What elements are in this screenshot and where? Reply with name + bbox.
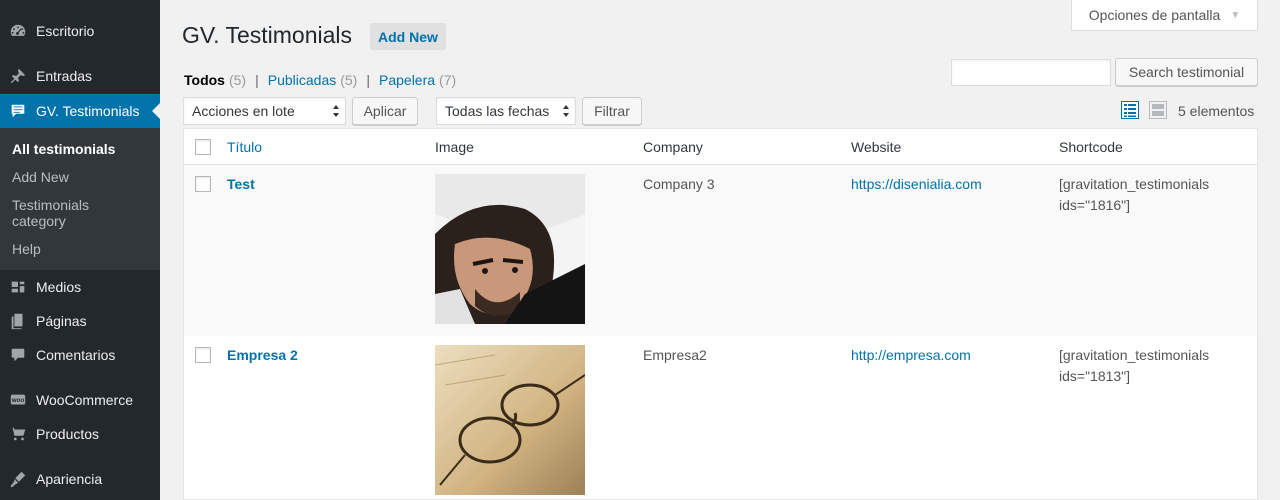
menu-item-escritorio[interactable]: Escritorio (0, 14, 160, 48)
table-header: Título Image Company Website Shortcode (184, 129, 1257, 165)
bulk-actions-value: Acciones en lote (192, 103, 295, 119)
screen-options-label: Opciones de pantalla (1088, 7, 1221, 23)
screen-options-button[interactable]: Opciones de pantalla ▼ (1071, 0, 1258, 31)
menu-item-paginas[interactable]: Páginas (0, 304, 160, 338)
items-count: 5 elementos (1178, 103, 1255, 119)
menu-label: Apariencia (36, 471, 103, 487)
pages-icon (0, 304, 36, 338)
menu-label: GV. Testimonials (36, 103, 140, 119)
row-checkbox[interactable] (195, 176, 211, 192)
column-company: Company (643, 139, 703, 155)
row-shortcode-line2: ids="1816"] (1059, 197, 1131, 213)
admin-sidebar: Escritorio Entradas GV. Testimonials All… (0, 0, 160, 500)
select-all-checkbox[interactable] (195, 139, 211, 155)
dates-filter-value: Todas las fechas (445, 103, 550, 119)
row-website-link[interactable]: http://empresa.com (851, 345, 971, 366)
separator: | (255, 72, 259, 88)
menu-item-gv-testimonials[interactable]: GV. Testimonials (0, 94, 160, 128)
testimonials-table: Título Image Company Website Shortcode T… (183, 128, 1258, 500)
menu-item-medios[interactable]: Medios (0, 270, 160, 304)
select-arrows-icon (333, 104, 339, 118)
column-website: Website (851, 139, 902, 155)
caret-down-icon: ▼ (1230, 9, 1241, 21)
menu-label: Productos (36, 426, 100, 442)
column-image: Image (435, 139, 474, 155)
view-all-link[interactable]: Todos (184, 72, 225, 88)
submenu-add-new[interactable]: Add New (12, 169, 152, 185)
submenu-all-testimonials[interactable]: All testimonials (12, 141, 152, 157)
dates-filter-select[interactable]: Todas las fechas (436, 97, 576, 125)
row-title-link[interactable]: Empresa 2 (227, 345, 298, 366)
testimonial-image (435, 345, 585, 495)
view-filters: Todos (5) | Publicadas (5) | Papelera (7… (184, 72, 456, 88)
glasses-photo-icon (435, 345, 585, 495)
table-row: Empresa 2 Empresa2 http://empresa.com [g… (184, 336, 1257, 499)
row-shortcode-line1: [gravitation_testimonials (1059, 176, 1210, 192)
column-shortcode: Shortcode (1059, 139, 1123, 155)
view-published-link[interactable]: Publicadas (268, 72, 337, 88)
woocommerce-icon: WOO (0, 383, 36, 417)
comments-icon (0, 338, 36, 372)
menu-label: Escritorio (36, 23, 95, 39)
table-row: Test Company 3 https://disenialia.com [g… (184, 165, 1257, 336)
excerpt-view-icon[interactable] (1149, 101, 1167, 119)
add-new-button[interactable]: Add New (370, 23, 446, 50)
appearance-icon (0, 462, 36, 496)
menu-item-entradas[interactable]: Entradas (0, 59, 160, 93)
separator: | (366, 72, 370, 88)
row-shortcode-line1: [gravitation_testimonials (1059, 347, 1210, 363)
menu-item-apariencia[interactable]: Apariencia (0, 462, 160, 496)
column-title-sort[interactable]: Título (227, 139, 262, 155)
menu-label: Medios (36, 279, 82, 295)
menu-item-productos[interactable]: Productos (0, 417, 160, 451)
menu-label: Comentarios (36, 347, 116, 363)
menu-label: Entradas (36, 68, 93, 84)
row-company: Company 3 (643, 176, 715, 192)
view-all-count: (5) (228, 72, 247, 88)
select-arrows-icon (563, 104, 569, 118)
products-icon (0, 417, 36, 451)
media-icon (0, 270, 36, 304)
view-trash-count: (7) (439, 72, 457, 88)
list-view-icon[interactable] (1121, 101, 1139, 119)
page-title: GV. Testimonials (182, 22, 353, 48)
testimonial-icon (0, 94, 36, 128)
submenu-testimonials-category[interactable]: Testimonials category (12, 197, 112, 229)
svg-text:WOO: WOO (12, 398, 25, 404)
menu-item-woocommerce[interactable]: WOO WooCommerce (0, 383, 160, 417)
view-published-count: (5) (340, 72, 358, 88)
testimonials-submenu: All testimonials Add New Testimonials ca… (0, 128, 160, 270)
apply-button[interactable]: Aplicar (352, 97, 418, 125)
menu-label: Páginas (36, 313, 87, 329)
pin-icon (0, 59, 36, 93)
view-trash-link[interactable]: Papelera (379, 72, 435, 88)
testimonial-image (435, 174, 585, 324)
row-title-link[interactable]: Test (227, 174, 255, 195)
portrait-photo-icon (435, 174, 585, 324)
menu-item-comentarios[interactable]: Comentarios (0, 338, 160, 372)
row-checkbox[interactable] (195, 347, 211, 363)
menu-label: WooCommerce (36, 392, 133, 408)
search-button[interactable]: Search testimonial (1115, 58, 1258, 86)
filter-button[interactable]: Filtrar (582, 97, 642, 125)
bulk-actions-select[interactable]: Acciones en lote (183, 97, 346, 125)
submenu-help[interactable]: Help (12, 241, 152, 257)
search-input[interactable] (951, 59, 1111, 86)
row-shortcode-line2: ids="1813"] (1059, 368, 1131, 384)
row-website-link[interactable]: https://disenialia.com (851, 174, 982, 195)
dashboard-icon (0, 14, 36, 48)
row-company: Empresa2 (643, 347, 707, 363)
